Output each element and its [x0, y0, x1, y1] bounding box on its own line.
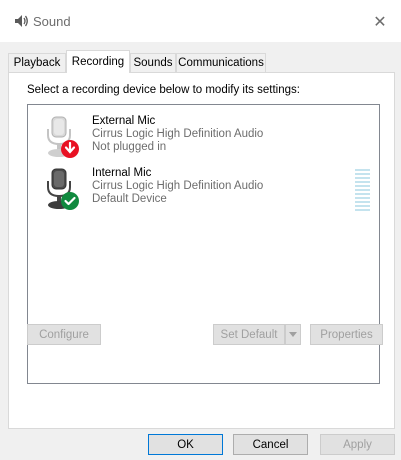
microphone-icon — [47, 116, 79, 158]
set-default-button[interactable]: Set Default — [213, 324, 285, 345]
instructions-text: Select a recording device below to modif… — [27, 84, 300, 96]
tab-label: Sounds — [133, 57, 173, 69]
close-button[interactable]: ✕ — [367, 9, 393, 35]
level-meter — [355, 169, 370, 211]
tab-recording[interactable]: Recording — [66, 50, 130, 73]
tab-label: Playback — [13, 57, 61, 69]
tab-playback[interactable]: Playback — [8, 53, 66, 72]
red-down-arrow-icon — [61, 140, 79, 158]
list-item-internal-mic[interactable]: Internal Mic Cirrus Logic High Definitio… — [28, 163, 379, 215]
recording-panel: Select a recording device below to modif… — [8, 72, 395, 429]
device-name: External Mic — [92, 115, 156, 127]
device-status: Not plugged in — [92, 141, 167, 153]
green-check-icon — [61, 192, 79, 210]
tab-label: Communications — [178, 57, 264, 69]
apply-button[interactable]: Apply — [320, 434, 395, 455]
device-driver: Cirrus Logic High Definition Audio — [92, 128, 264, 140]
tab-communications[interactable]: Communications — [176, 53, 266, 72]
chevron-down-icon — [289, 332, 297, 337]
ok-button[interactable]: OK — [148, 434, 223, 455]
tab-sounds[interactable]: Sounds — [130, 53, 176, 72]
device-status: Default Device — [92, 193, 167, 205]
close-icon: ✕ — [373, 14, 387, 31]
device-name: Internal Mic — [92, 167, 152, 179]
microphone-icon — [47, 168, 79, 210]
tab-label: Recording — [71, 56, 125, 68]
configure-button[interactable]: Configure — [27, 324, 101, 345]
device-driver: Cirrus Logic High Definition Audio — [92, 180, 264, 192]
set-default-dropdown-button[interactable] — [285, 324, 301, 345]
title-bar: Sound ✕ — [0, 0, 401, 42]
list-item-external-mic[interactable]: External Mic Cirrus Logic High Definitio… — [28, 111, 379, 163]
speaker-icon — [15, 15, 28, 27]
window-title: Sound — [33, 14, 71, 29]
properties-button[interactable]: Properties — [310, 324, 383, 345]
cancel-button[interactable]: Cancel — [233, 434, 308, 455]
